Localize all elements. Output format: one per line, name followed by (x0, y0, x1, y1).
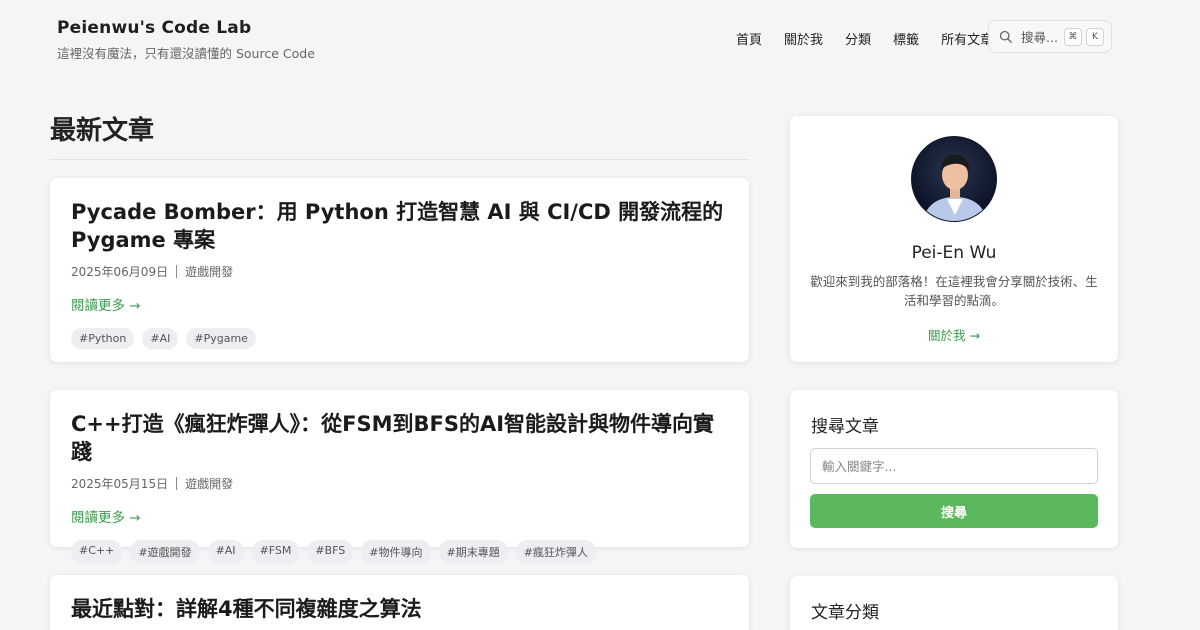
read-more-link[interactable]: 閱讀更多 → (71, 506, 141, 526)
search-card-title: 搜尋文章 (811, 417, 879, 437)
command-key-icon: ⌘ (1063, 27, 1082, 46)
categories-card: 文章分類 (790, 576, 1118, 630)
tag-chip[interactable]: #AI (142, 328, 179, 349)
avatar (911, 136, 997, 222)
post-title[interactable]: C++打造《瘋狂炸彈人》：從FSM到BFS的AI智能設計與物件導向實踐 (71, 410, 728, 466)
search-input[interactable] (810, 448, 1098, 484)
brand: Peienwu's Code Lab 這裡沒有魔法，只有還沒讀懂的 Source… (57, 18, 315, 62)
tag-chip[interactable]: #期末專題 (438, 540, 508, 564)
post-card: Pycade Bomber：用 Python 打造智慧 AI 與 CI/CD 開… (50, 178, 749, 362)
meta-divider (176, 265, 178, 278)
k-key-icon: K (1085, 27, 1104, 46)
header-search-button[interactable]: 搜尋... ⌘ K (988, 20, 1112, 53)
site-title[interactable]: Peienwu's Code Lab (57, 18, 315, 38)
nav-about[interactable]: 關於我 (784, 29, 823, 48)
profile-name: Pei-En Wu (911, 243, 997, 263)
header-search-placeholder: 搜尋... (1021, 30, 1058, 45)
nav-categories[interactable]: 分類 (845, 29, 871, 48)
tag-chip[interactable]: #AI (207, 540, 244, 564)
post-date: 2025年05月15日 (71, 477, 169, 491)
nav-home[interactable]: 首頁 (736, 29, 762, 48)
tag-chip[interactable]: #物件導向 (361, 540, 431, 564)
post-card: C++打造《瘋狂炸彈人》：從FSM到BFS的AI智能設計與物件導向實踐 2025… (50, 390, 749, 564)
tag-chip[interactable]: #瘋狂炸彈人 (515, 540, 596, 564)
site-tagline: 這裡沒有魔法，只有還沒讀懂的 Source Code (57, 46, 315, 61)
post-meta: 2025年05月15日 遊戲開發 (71, 475, 728, 492)
post-tags: #C++ #遊戲開發 #AI #FSM #BFS #物件導向 #期末專題 #瘋狂… (71, 540, 728, 564)
nav-all-posts[interactable]: 所有文章 (941, 29, 993, 48)
post-category[interactable]: 遊戲開發 (185, 263, 233, 280)
site-header: Peienwu's Code Lab 這裡沒有魔法，只有還沒讀懂的 Source… (0, 0, 1200, 80)
read-more-link[interactable]: 閱讀更多 → (71, 294, 141, 314)
post-title[interactable]: 最近點對：詳解4種不同複雜度之算法 (71, 595, 728, 623)
avatar-portrait-icon (922, 154, 988, 221)
profile-card: Pei-En Wu 歡迎來到我的部落格！在這裡我會分享關於技術、生活和學習的點滴… (790, 116, 1118, 362)
categories-card-title: 文章分類 (811, 603, 879, 623)
search-icon (999, 30, 1012, 43)
about-me-link[interactable]: 關於我 → (790, 325, 1118, 344)
section-title: 最新文章 (50, 110, 749, 160)
profile-bio: 歡迎來到我的部落格！在這裡我會分享關於技術、生活和學習的點滴。 (810, 274, 1098, 308)
meta-divider (176, 477, 178, 490)
tag-chip[interactable]: #Python (71, 328, 135, 349)
tag-chip[interactable]: #FSM (251, 540, 300, 564)
nav-tags[interactable]: 標籤 (893, 29, 919, 48)
tag-chip[interactable]: #遊戲開發 (130, 540, 200, 564)
post-category[interactable]: 遊戲開發 (185, 475, 233, 492)
tag-chip[interactable]: #Pygame (186, 328, 256, 349)
tag-chip[interactable]: #C++ (71, 540, 123, 564)
post-meta: 2025年06月09日 遊戲開發 (71, 263, 728, 280)
post-title[interactable]: Pycade Bomber：用 Python 打造智慧 AI 與 CI/CD 開… (71, 198, 728, 254)
post-card: 最近點對：詳解4種不同複雜度之算法 (50, 575, 749, 630)
main-content: 最新文章 Pycade Bomber：用 Python 打造智慧 AI 與 CI… (50, 110, 749, 630)
search-card: 搜尋文章 搜尋 (790, 390, 1118, 548)
post-date: 2025年06月09日 (71, 265, 169, 279)
tag-chip[interactable]: #BFS (307, 540, 354, 564)
search-button[interactable]: 搜尋 (810, 494, 1098, 528)
main-nav: 首頁 關於我 分類 標籤 所有文章 (736, 29, 1015, 48)
post-tags: #Python #AI #Pygame (71, 328, 728, 349)
